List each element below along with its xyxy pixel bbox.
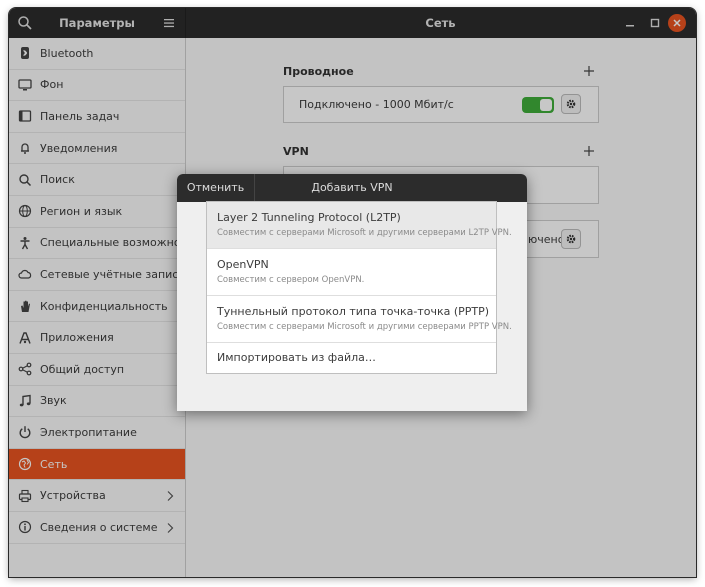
vpn-option-openvpn[interactable]: OpenVPN Совместим с сервером OpenVPN.	[207, 249, 496, 296]
option-title: Туннельный протокол типа точка-точка (PP…	[217, 305, 490, 318]
dialog-header: Добавить VPN Отменить	[177, 174, 527, 202]
option-description: Совместим с серверами Microsoft и другим…	[217, 228, 512, 238]
settings-window: Параметры Сеть Bluetooth Фон Панель зада…	[9, 8, 696, 577]
cancel-button[interactable]: Отменить	[177, 174, 255, 202]
vpn-option-pptp[interactable]: Туннельный протокол типа точка-точка (PP…	[207, 296, 512, 343]
vpn-type-list: Layer 2 Tunneling Protocol (L2TP) Совмес…	[206, 201, 512, 374]
option-description: Совместим с сервером OpenVPN.	[217, 275, 365, 285]
add-vpn-dialog: Добавить VPN Отменить Layer 2 Tunneling …	[177, 174, 527, 411]
option-title: Layer 2 Tunneling Protocol (L2TP)	[217, 211, 401, 224]
option-description: Совместим с серверами Microsoft и другим…	[217, 322, 512, 332]
import-from-file-option[interactable]: Импортировать из файла…	[207, 343, 496, 372]
vpn-option-l2tp[interactable]: Layer 2 Tunneling Protocol (L2TP) Совмес…	[207, 202, 512, 249]
option-title: OpenVPN	[217, 258, 269, 271]
